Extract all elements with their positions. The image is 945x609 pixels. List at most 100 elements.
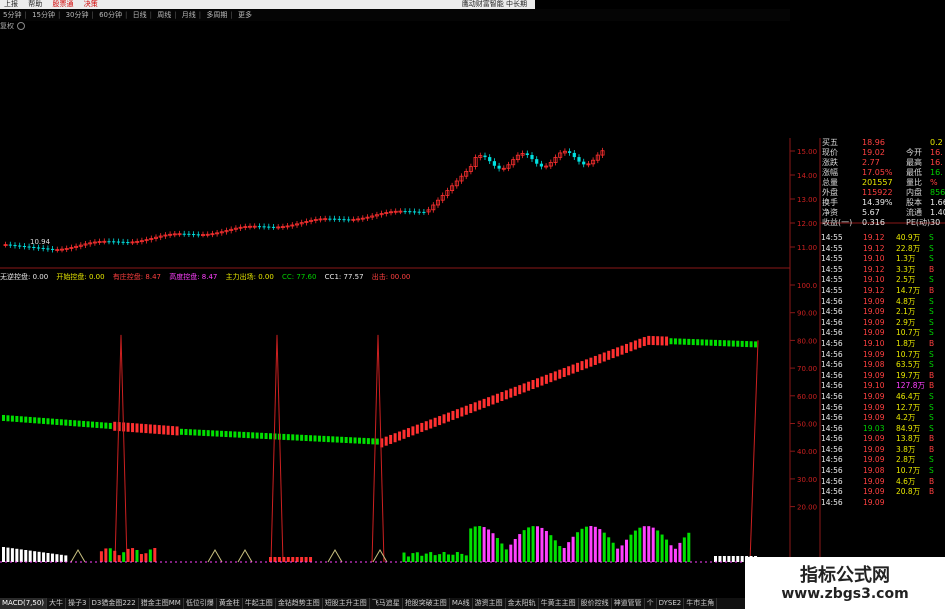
indicator-tab[interactable]: 猎金主图MM — [139, 598, 184, 609]
histogram-bar — [620, 545, 624, 562]
chart-area[interactable]: 15.00 14.00 13.00 12.00 11.00 10.94 100.0 90.00… — [0, 0, 945, 609]
histogram-bar — [37, 551, 41, 562]
histogram-bar — [300, 557, 304, 562]
control-bar — [549, 373, 553, 383]
ind-value-3: 高度控盘: 8.47 — [169, 273, 218, 281]
candle-body — [187, 233, 191, 235]
tick-row: 14:56 19.09 10.7万 S — [820, 328, 945, 339]
histogram-bar — [33, 551, 37, 562]
quote-row: 涨跌 2.77 最高 16. — [820, 158, 945, 168]
histogram-bar — [460, 553, 464, 562]
control-bar — [104, 422, 108, 429]
control-bar — [10, 415, 14, 422]
histogram-bar — [660, 534, 664, 562]
indicator-tab[interactable]: 牛黄主主图 — [539, 598, 579, 609]
indicator-tab[interactable]: 个 — [645, 598, 657, 609]
control-bar — [286, 434, 290, 441]
histogram-bar — [269, 557, 272, 562]
tick-side: S — [929, 275, 934, 285]
candle-body — [116, 241, 120, 243]
tick-time: 14:55 — [821, 233, 843, 242]
control-bar — [157, 425, 161, 435]
quote-value2: 16. — [930, 148, 943, 157]
tick-side: B — [929, 370, 935, 380]
histogram-bar — [714, 556, 717, 562]
tick-volume: 12.7万 — [896, 402, 921, 412]
indicator-tab[interactable]: 金太阳轨 — [506, 598, 539, 609]
indicator-tab[interactable]: 大牛 — [47, 598, 67, 609]
tick-price: 19.09 — [863, 328, 885, 338]
tick-price: 19.09 — [863, 487, 885, 497]
control-bar — [558, 369, 562, 379]
indicator-tab[interactable]: MACD(7,50) — [0, 598, 48, 609]
quote-value2: 16. — [930, 168, 943, 177]
tick-row: 14:56 19.09 2.9万 S — [820, 318, 945, 329]
control-bar — [228, 431, 232, 438]
histogram-bar — [6, 547, 10, 562]
indicator-tab[interactable]: D3猎金图222 — [90, 598, 139, 609]
indicator-axis-label: 60.00 — [797, 393, 817, 401]
indicator-tab[interactable]: DYSE2 — [657, 598, 685, 609]
indicator-tab[interactable]: 飞马追星 — [370, 598, 403, 609]
indicator-tab[interactable]: 神道管管 — [612, 598, 645, 609]
control-bar — [460, 407, 464, 417]
control-bar — [126, 422, 130, 432]
control-bar — [745, 341, 749, 348]
indicator-tab[interactable]: 牛起主图 — [243, 598, 276, 609]
indicator-tab[interactable]: 游资主图 — [473, 598, 506, 609]
candle-body — [13, 245, 17, 247]
tick-price: 19.09 — [863, 455, 885, 465]
indicator-chart — [0, 334, 790, 563]
tick-price: 19.09 — [863, 370, 885, 380]
indicator-tab[interactable]: 牛市主角 — [684, 598, 718, 609]
control-bar — [727, 340, 731, 347]
indicator-tab[interactable]: MA线 — [450, 598, 473, 609]
indicator-tab[interactable]: 股价控线 — [579, 598, 612, 609]
histogram-bar — [424, 553, 428, 562]
histogram-bar — [642, 526, 646, 562]
histogram-bar — [59, 554, 63, 562]
candle-body — [271, 226, 276, 228]
histogram-bar — [651, 527, 655, 562]
control-bar — [55, 418, 59, 425]
histogram-bar — [736, 556, 740, 562]
control-bar — [95, 421, 99, 428]
triangle-marker — [237, 549, 253, 563]
indicator-tab[interactable]: 抢股突破主图 — [403, 598, 450, 609]
histogram-bar — [447, 554, 450, 562]
control-bar — [589, 357, 593, 367]
tick-row: 14:56 19.03 84.9万 S — [820, 424, 945, 435]
candle-body — [182, 233, 186, 235]
quote-label: 涨幅 — [822, 168, 838, 177]
quote-label2: 流通 — [906, 208, 922, 217]
tick-time: 14:56 — [821, 391, 843, 401]
indicator-tab[interactable]: 低位引爆 — [184, 598, 217, 609]
control-bar — [527, 381, 531, 391]
control-bar — [237, 431, 241, 438]
control-bar — [246, 432, 250, 439]
control-bar — [487, 397, 491, 407]
control-bar — [162, 425, 166, 435]
quote-value2: 0.2 — [930, 138, 943, 147]
control-bar — [647, 335, 651, 345]
control-bar — [282, 433, 286, 440]
histogram-bar — [589, 526, 593, 562]
indicator-tab[interactable]: 操子3 — [66, 598, 90, 609]
histogram-bar — [482, 527, 486, 562]
tick-price: 19.09 — [863, 349, 885, 359]
tick-volume: 19.7万 — [896, 370, 921, 380]
quote-label2: 股本 — [906, 198, 922, 207]
tick-side: S — [929, 391, 934, 401]
tick-price: 19.03 — [863, 423, 885, 433]
histogram-bar — [580, 528, 584, 562]
histogram-bar — [24, 550, 28, 562]
histogram-bar — [616, 548, 620, 562]
indicator-tab[interactable]: 黄金柱 — [217, 598, 243, 609]
histogram-bar — [113, 550, 117, 562]
control-bar — [429, 419, 433, 429]
tick-side: S — [929, 455, 934, 465]
control-bar — [166, 425, 170, 435]
indicator-tab[interactable]: 短股主升主图 — [323, 598, 370, 609]
indicator-tab[interactable]: 金钻趋势主图 — [276, 598, 323, 609]
candle-body — [41, 247, 45, 249]
